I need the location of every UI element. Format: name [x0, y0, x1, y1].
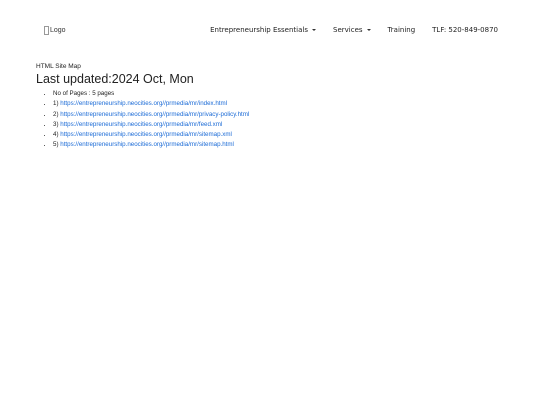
page-title: Last updated:2024 Oct, Mon — [36, 72, 194, 86]
list-item-prefix: 4) — [53, 131, 59, 139]
nav-item-label: Training — [387, 26, 416, 34]
nav-item-label: Entrepreneurship Essentials — [210, 26, 308, 34]
sitemap-title: HTML Site Map — [36, 63, 81, 70]
page-link[interactable]: https://entrepreneurship.neocities.org//… — [60, 111, 249, 118]
list-item: 1) https://entrepreneurship.neocities.or… — [53, 99, 249, 109]
caret-down-icon — [366, 29, 371, 31]
logo[interactable]: Logo — [44, 26, 66, 35]
page-list: No of Pages : 5 pages 1) https://entrepr… — [36, 89, 249, 151]
nav-item-label: TLF: 520-849-0870 — [432, 26, 498, 34]
navbar: Logo Entrepreneurship Essentials Service… — [0, 0, 540, 62]
nav-item-entrepreneurship-essentials[interactable]: Entrepreneurship Essentials — [210, 26, 316, 34]
list-item: 5) https://entrepreneurship.neocities.or… — [53, 140, 249, 150]
list-item-prefix: 5) — [53, 141, 59, 149]
page-link[interactable]: https://entrepreneurship.neocities.org//… — [60, 121, 222, 128]
page-link[interactable]: https://entrepreneurship.neocities.org//… — [60, 100, 227, 107]
list-item: 3) https://entrepreneurship.neocities.or… — [53, 120, 249, 130]
page-count-label: No of Pages : 5 pages — [53, 90, 115, 97]
nav-item-training[interactable]: Training — [388, 26, 416, 34]
page-count-item: No of Pages : 5 pages — [53, 89, 249, 99]
main-nav: Entrepreneurship Essentials Services Tra… — [210, 26, 498, 34]
sitemap-content: HTML Site Map Last updated:2024 Oct, Mon… — [36, 63, 249, 151]
page-link[interactable]: https://entrepreneurship.neocities.org//… — [60, 131, 232, 138]
list-item-prefix: 3) — [53, 120, 59, 128]
list-item: 4) https://entrepreneurship.neocities.or… — [53, 130, 249, 140]
nav-item-services[interactable]: Services — [333, 26, 371, 34]
list-item-prefix: 2) — [53, 110, 59, 118]
list-item-prefix: 1) — [53, 100, 59, 108]
page-link[interactable]: https://entrepreneurship.neocities.org//… — [60, 141, 234, 148]
list-item: 2) https://entrepreneurship.neocities.or… — [53, 110, 249, 120]
nav-item-phone[interactable]: TLF: 520-849-0870 — [432, 26, 498, 34]
broken-image-icon — [44, 26, 49, 35]
nav-item-label: Services — [333, 26, 363, 34]
logo-alt-text: Logo — [50, 27, 66, 34]
caret-down-icon — [312, 29, 316, 31]
